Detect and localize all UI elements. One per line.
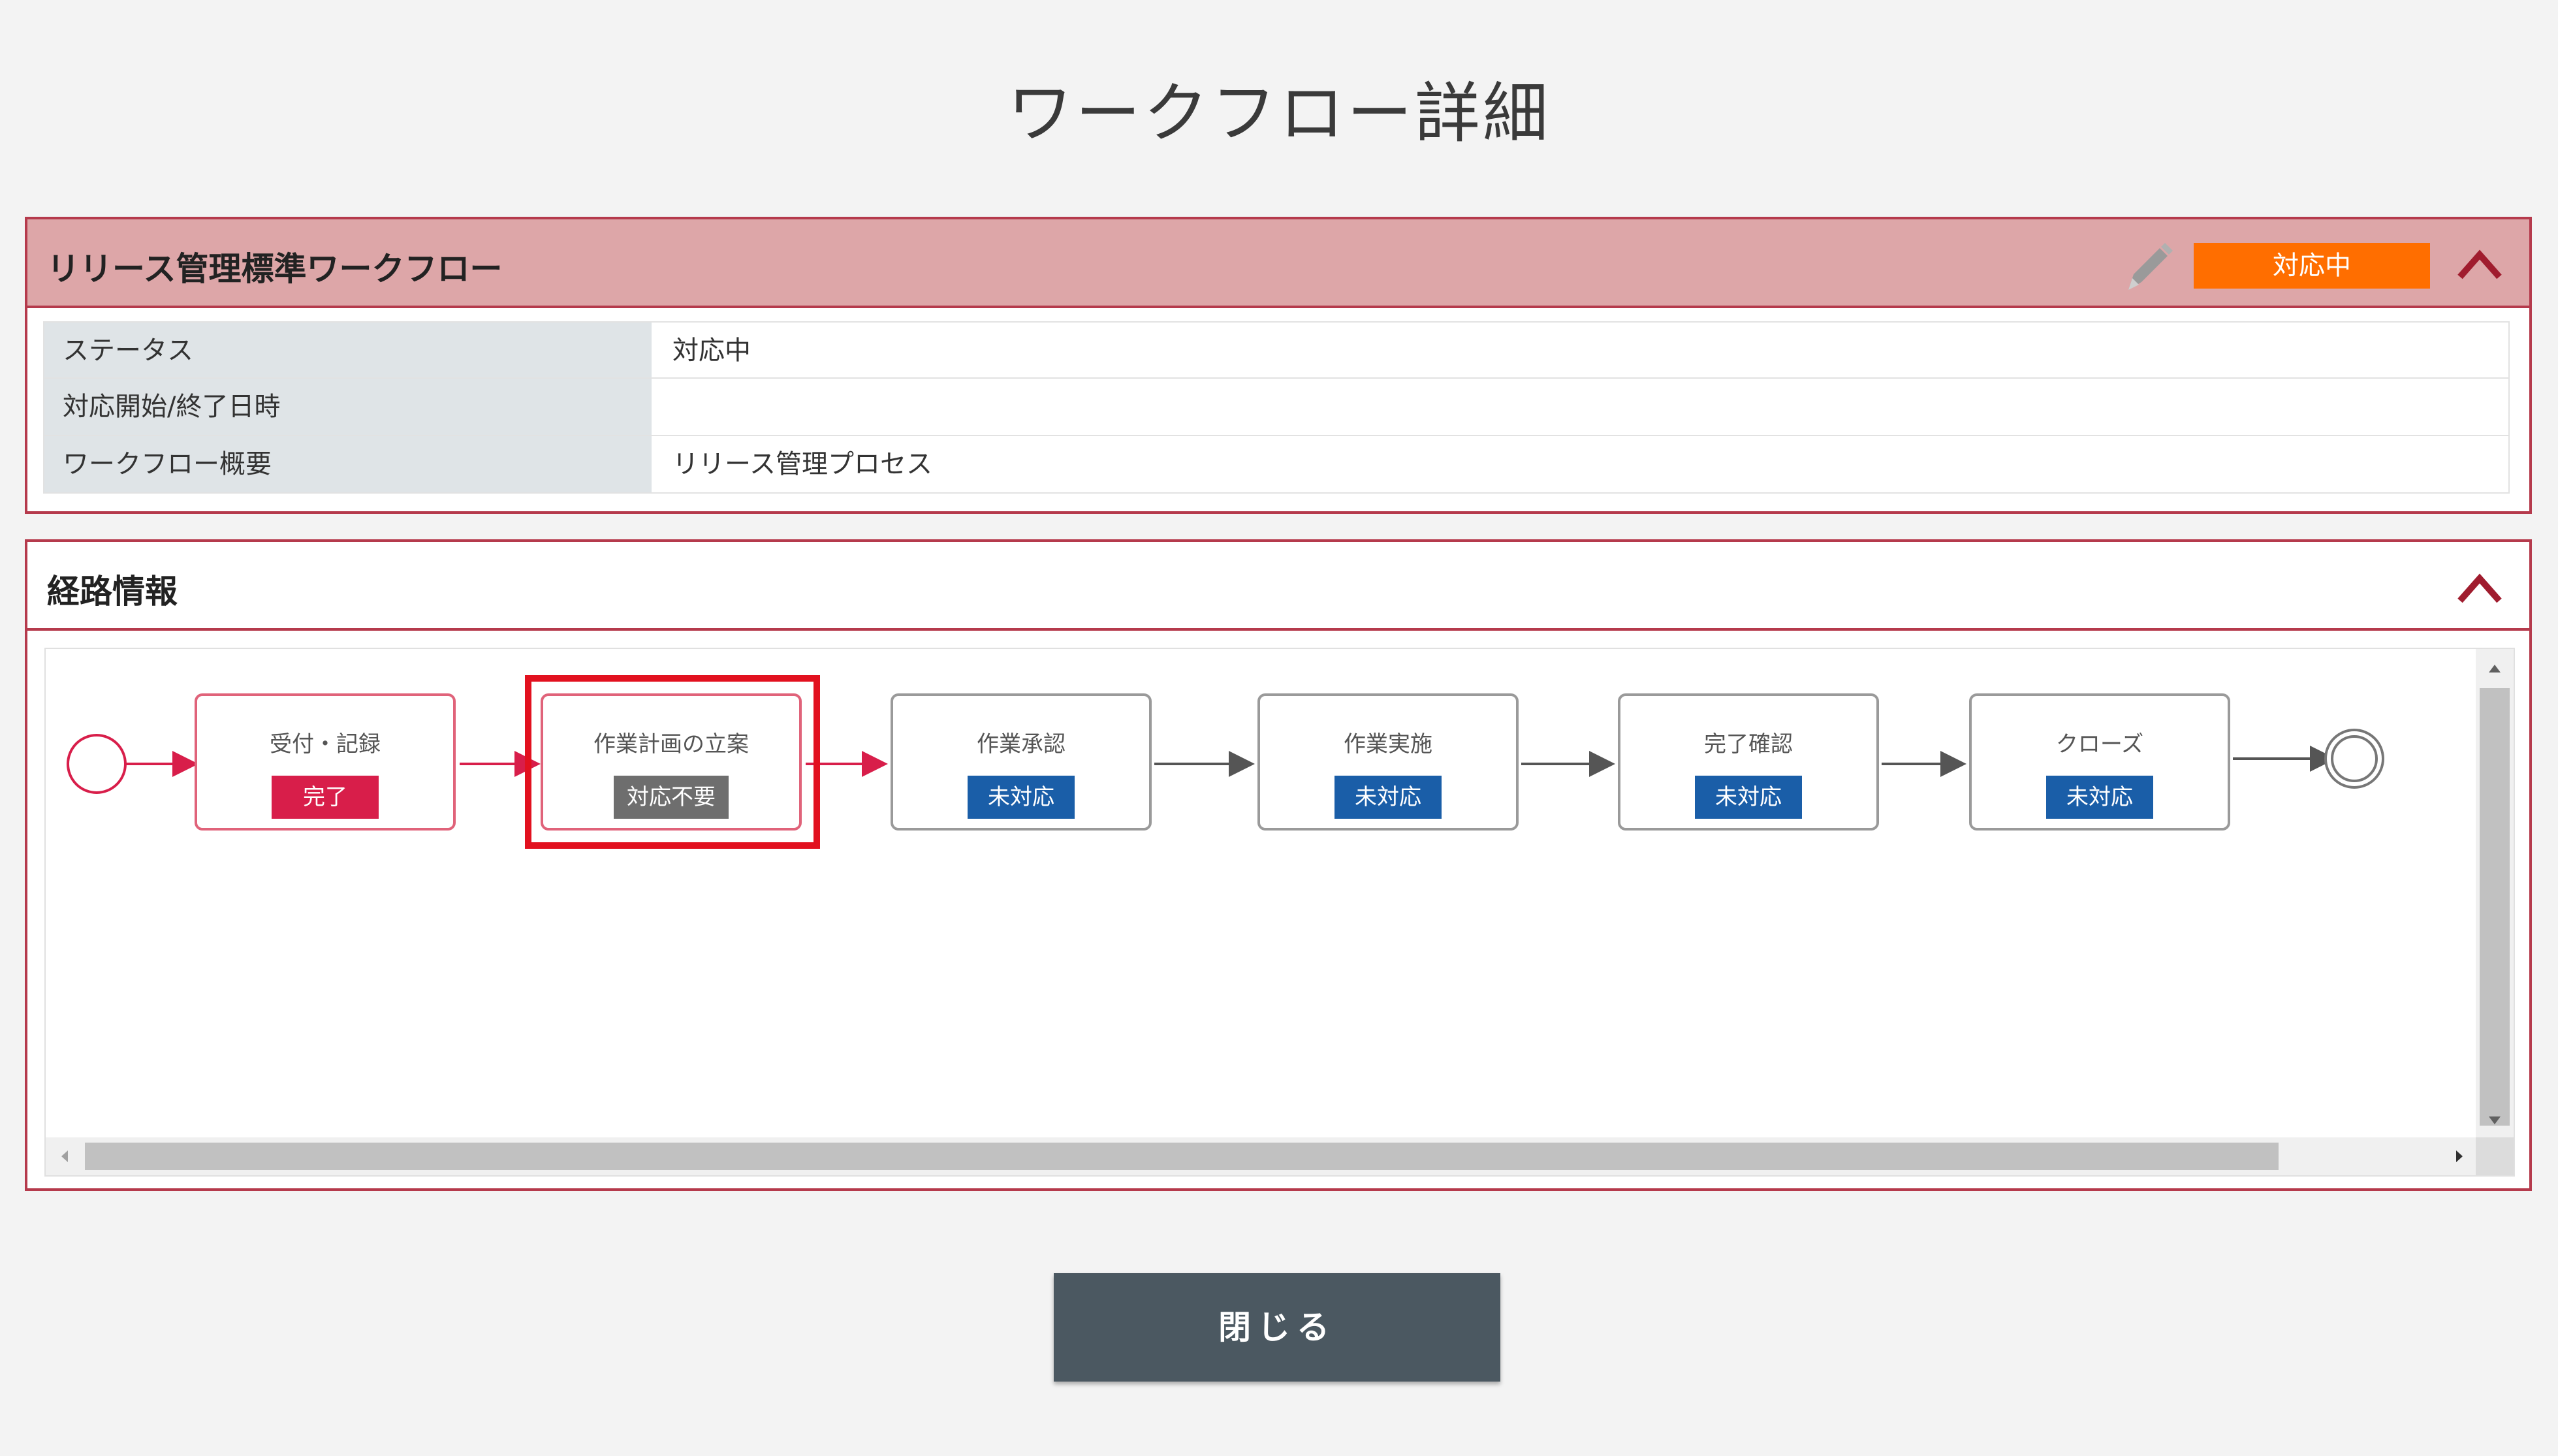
- workflow-name: リリース管理標準ワークフロー: [47, 250, 503, 288]
- info-row-datetime: 対応開始/終了日時: [43, 379, 2510, 436]
- route-panel: 経路情報 受付・記録 完了 作業計画の立案 対応不要 作業承認 未対応 作業実施…: [25, 539, 2532, 1191]
- scroll-down-icon[interactable]: [2476, 1102, 2514, 1140]
- vertical-scroll-thumb[interactable]: [2480, 688, 2510, 1126]
- info-label: ワークフロー概要: [44, 436, 652, 492]
- route-diagram: 受付・記録 完了 作業計画の立案 対応不要 作業承認 未対応 作業実施 未対応 …: [44, 648, 2515, 1177]
- scroll-right-icon[interactable]: [2440, 1137, 2478, 1175]
- route-title: 経路情報: [47, 573, 178, 610]
- status-badge: 対応中: [2194, 243, 2430, 289]
- horizontal-scroll-thumb[interactable]: [85, 1143, 2279, 1170]
- scroll-up-icon[interactable]: [2476, 649, 2514, 687]
- info-value: リリース管理プロセス: [652, 436, 2508, 492]
- info-label: ステータス: [44, 323, 652, 377]
- info-value: [652, 379, 2508, 435]
- chevron-up-icon[interactable]: [2456, 245, 2503, 282]
- workflow-panel-header: リリース管理標準ワークフロー 対応中: [27, 219, 2529, 308]
- vertical-scrollbar[interactable]: [2476, 649, 2514, 1140]
- route-node[interactable]: 作業承認 未対応: [891, 693, 1152, 831]
- end-node-inner: [2331, 735, 2378, 782]
- info-row-summary: ワークフロー概要 リリース管理プロセス: [43, 436, 2510, 494]
- highlight-frame: [525, 675, 820, 849]
- node-status-badge: 未対応: [968, 776, 1075, 819]
- node-label: 完了確認: [1704, 731, 1793, 757]
- node-label: クローズ: [2055, 731, 2144, 757]
- scroll-left-icon[interactable]: [46, 1137, 84, 1175]
- page-title: ワークフロー詳細: [1007, 75, 1551, 151]
- route-node[interactable]: 作業実施 未対応: [1257, 693, 1519, 831]
- pencil-icon[interactable]: [2114, 234, 2179, 299]
- start-node: [67, 734, 127, 794]
- scroll-corner: [2476, 1137, 2514, 1175]
- info-row-status: ステータス 対応中: [43, 321, 2510, 379]
- workflow-panel: リリース管理標準ワークフロー 対応中 ステータス 対応中 対応開始/終了日時 ワ…: [25, 217, 2532, 514]
- node-status-badge: 完了: [272, 776, 379, 819]
- workflow-info-table: ステータス 対応中 対応開始/終了日時 ワークフロー概要 リリース管理プロセス: [43, 321, 2510, 494]
- node-status-badge: 未対応: [1334, 776, 1442, 819]
- route-node[interactable]: 完了確認 未対応: [1618, 693, 1879, 831]
- route-node[interactable]: 受付・記録 完了: [195, 693, 456, 831]
- route-node[interactable]: クローズ 未対応: [1969, 693, 2230, 831]
- route-panel-header: 経路情報: [27, 542, 2529, 631]
- chevron-up-icon[interactable]: [2456, 569, 2503, 606]
- node-status-badge: 未対応: [2046, 776, 2153, 819]
- node-label: 作業承認: [977, 731, 1066, 757]
- node-label: 作業実施: [1344, 731, 1432, 757]
- horizontal-scrollbar[interactable]: [46, 1137, 2478, 1175]
- node-status-badge: 未対応: [1695, 776, 1802, 819]
- info-label: 対応開始/終了日時: [44, 379, 652, 435]
- info-value: 対応中: [652, 323, 2508, 377]
- node-label: 受付・記録: [270, 731, 381, 757]
- close-button[interactable]: 閉じる: [1054, 1273, 1500, 1382]
